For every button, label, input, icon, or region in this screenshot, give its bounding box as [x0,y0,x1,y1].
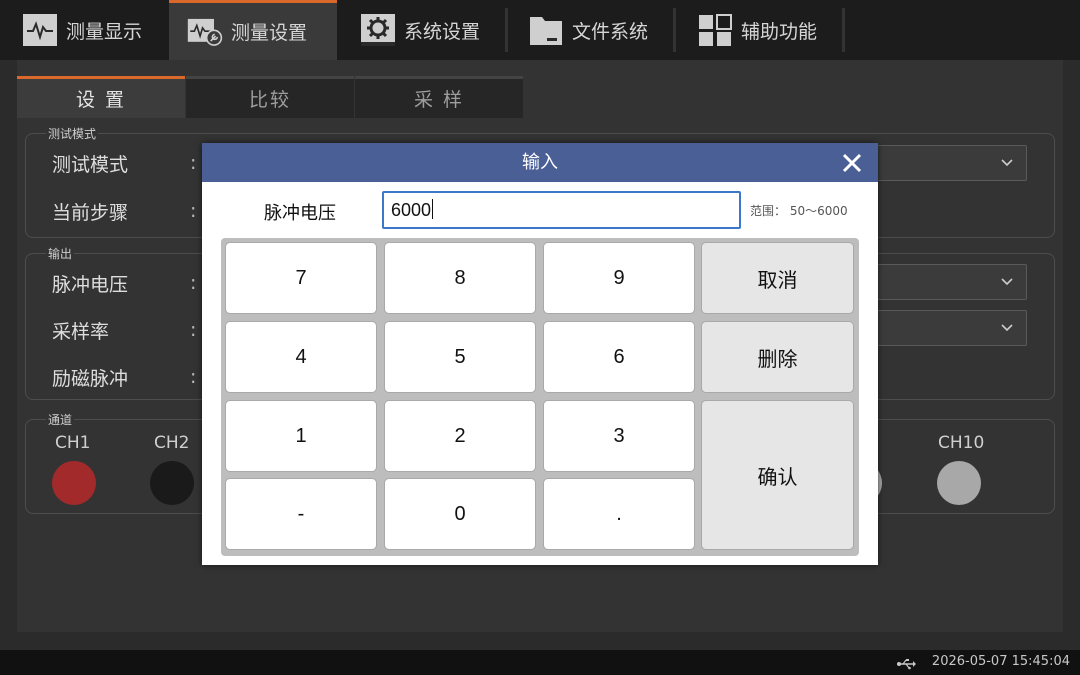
range-hint: 范围： 50～6000 [750,204,848,218]
key-9[interactable]: 9 [543,242,695,314]
grid-icon [697,13,733,47]
cancel-button[interactable]: 取消 [701,242,854,314]
label-excitation-pulse: 励磁脉冲 [52,368,129,390]
waveform-icon [22,13,58,47]
channel-toggle-ch2[interactable] [150,461,194,505]
usb-icon [896,655,916,674]
top-nav-bar: 测量显示 测量设置 系统设置 文件系统 辅助功能 [0,0,1080,60]
delete-button[interactable]: 删除 [701,321,854,393]
field-label: 脉冲电压 [264,203,336,224]
label-sample-rate: 采样率 [52,321,110,343]
folder-icon [528,13,564,47]
key-2[interactable]: 2 [384,400,536,472]
colon: : [190,319,197,341]
subtab-sampling[interactable]: 采 样 [355,76,523,118]
tab-label: 测量设置 [231,22,308,44]
gear-icon [360,13,396,47]
key-dot[interactable]: . [543,478,695,550]
label-test-mode: 测试模式 [52,154,129,176]
subtab-label: 比较 [248,89,291,111]
key-1[interactable]: 1 [225,400,377,472]
chevron-down-icon [1001,159,1013,167]
subtab-compare[interactable]: 比较 [186,76,354,118]
tab-measure-display[interactable]: 测量显示 [22,0,162,60]
key-4[interactable]: 4 [225,321,377,393]
colon: : [190,200,197,222]
key-5[interactable]: 5 [384,321,536,393]
tab-label: 文件系统 [572,20,649,43]
tab-file-system[interactable]: 文件系统 [528,0,668,60]
key-6[interactable]: 6 [543,321,695,393]
group-title: 测试模式 [46,125,99,142]
colon: : [190,272,197,294]
value-input[interactable]: 6000 [382,191,741,229]
close-icon[interactable] [840,151,864,175]
tab-system-settings[interactable]: 系统设置 [360,0,500,60]
channel-label-ch1: CH1 [55,433,91,453]
key-0[interactable]: 0 [384,478,536,550]
key-7[interactable]: 7 [225,242,377,314]
waveform-settings-icon [187,15,223,49]
colon: : [190,366,197,388]
chevron-down-icon [1001,324,1013,332]
label-pulse-voltage: 脉冲电压 [52,274,129,296]
subtab-settings[interactable]: 设 置 [17,76,185,118]
group-title: 输出 [46,245,75,262]
status-bar: 2026-05-07 15:45:04 [0,650,1080,675]
chevron-down-icon [1001,278,1013,286]
channel-label-ch10: CH10 [938,433,985,453]
key-8[interactable]: 8 [384,242,536,314]
subtab-label: 设 置 [75,89,127,111]
tab-label: 测量显示 [66,20,143,43]
nav-divider [505,8,508,52]
group-title: 通道 [46,411,75,428]
nav-divider [842,8,845,52]
test-mode-select[interactable] [870,145,1027,181]
tab-label: 辅助功能 [741,20,818,43]
pulse-voltage-select[interactable] [870,264,1027,300]
tab-measure-settings[interactable]: 测量设置 [169,0,337,60]
colon: : [190,152,197,174]
dialog-title: 输入 [522,152,558,173]
tab-label: 系统设置 [404,20,481,43]
confirm-button[interactable]: 确认 [701,400,854,550]
channel-toggle-ch1[interactable] [52,461,96,505]
text-caret [432,199,434,219]
tab-auxiliary-functions[interactable]: 辅助功能 [697,0,837,60]
key-minus[interactable]: - [225,478,377,550]
status-datetime: 2026-05-07 15:45:04 [931,654,1070,669]
sample-rate-select[interactable] [870,310,1027,346]
label-current-step: 当前步骤 [52,202,129,224]
input-value: 6000 [391,200,432,220]
key-3[interactable]: 3 [543,400,695,472]
keypad: 7 8 9 取消 4 5 6 删除 1 2 3 确认 - 0 . [221,238,859,556]
nav-divider [673,8,676,52]
subtab-label: 采 样 [413,89,465,111]
channel-label-ch2: CH2 [154,433,190,453]
input-dialog: 输入 脉冲电压 6000 范围： 50～6000 7 8 9 取消 4 5 6 … [202,143,878,565]
channel-toggle-ch10[interactable] [937,461,981,505]
